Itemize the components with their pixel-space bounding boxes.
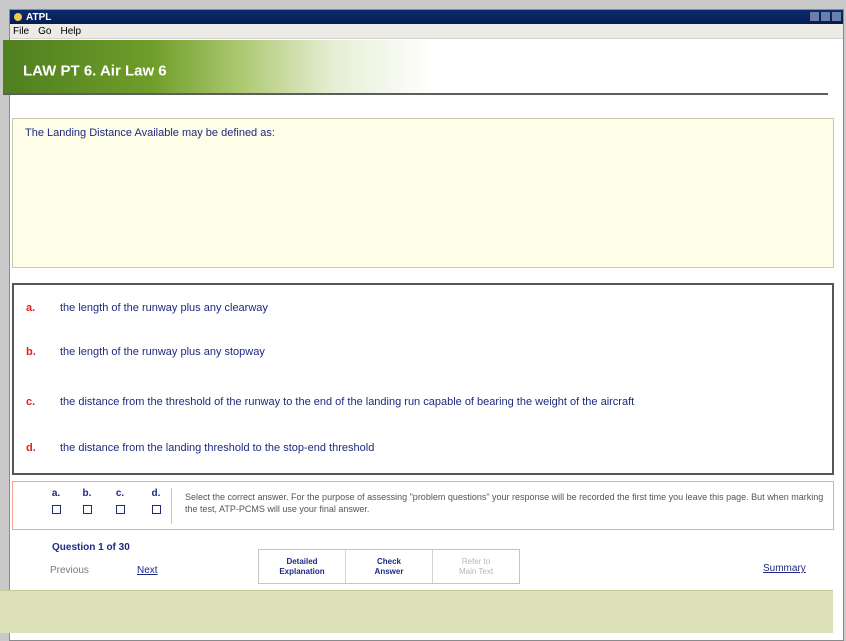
maximize-icon[interactable] [821, 12, 830, 21]
select-checkbox-a[interactable] [51, 505, 61, 514]
answer-text: the length of the runway plus any stopwa… [60, 346, 265, 358]
select-checkbox-c[interactable] [115, 505, 125, 514]
answers-panel: a. the length of the runway plus any cle… [12, 283, 834, 475]
detailed-explanation-button[interactable]: Detailed Explanation [259, 550, 346, 583]
menu-go[interactable]: Go [38, 26, 51, 37]
question-text: The Landing Distance Available may be de… [25, 127, 275, 139]
minimize-icon[interactable] [810, 12, 819, 21]
select-label: b. [82, 488, 92, 499]
app-icon [14, 13, 22, 21]
select-label: d. [151, 488, 161, 499]
answer-text: the distance from the landing threshold … [60, 442, 375, 454]
answer-option-b[interactable]: b. the length of the runway plus any sto… [26, 346, 265, 358]
button-label-line1: Check [376, 556, 401, 566]
window-title: ATPL [26, 11, 52, 23]
answer-option-d[interactable]: d. the distance from the landing thresho… [26, 442, 374, 454]
button-label-line2: Main Text [458, 566, 494, 576]
answer-letter: d. [26, 442, 36, 454]
next-link[interactable]: Next [137, 565, 158, 576]
section-title: LAW PT 6. Air Law 6 [23, 62, 167, 80]
answer-letter: a. [26, 302, 36, 314]
button-label-line2: Explanation [279, 566, 325, 576]
answer-option-a[interactable]: a. the length of the runway plus any cle… [26, 302, 268, 314]
refer-to-main-text-button: Refer to Main Text [433, 550, 519, 583]
select-label: a. [51, 488, 61, 499]
question-panel: The Landing Distance Available may be de… [12, 118, 834, 268]
answer-letter: b. [26, 346, 36, 358]
footer-bar [0, 590, 833, 633]
select-checkbox-d[interactable] [151, 505, 161, 514]
button-label-line1: Refer to [461, 556, 491, 566]
select-label: c. [115, 488, 125, 499]
divider [171, 488, 172, 524]
select-option-c[interactable]: c. [113, 488, 127, 514]
answer-option-c[interactable]: c. the distance from the threshold of th… [26, 396, 634, 408]
section-banner: LAW PT 6. Air Law 6 [3, 40, 828, 95]
menu-file[interactable]: File [13, 26, 29, 37]
answer-selection-panel: a. b. c. d. Select the correct answer. F… [12, 481, 834, 530]
answer-letter: c. [26, 396, 36, 408]
button-label-line1: Detailed [286, 556, 318, 566]
window-controls[interactable] [810, 12, 841, 21]
button-label-line2: Answer [374, 566, 404, 576]
close-icon[interactable] [832, 12, 841, 21]
menu-help[interactable]: Help [60, 26, 81, 37]
summary-link[interactable]: Summary [763, 563, 806, 574]
select-option-b[interactable]: b. [80, 488, 94, 514]
menu-bar: File Go Help [10, 24, 843, 39]
previous-link: Previous [50, 565, 89, 576]
check-answer-button[interactable]: Check Answer [346, 550, 433, 583]
answer-text: the length of the runway plus any clearw… [60, 302, 268, 314]
title-bar: ATPL [10, 10, 843, 24]
answer-text: the distance from the threshold of the r… [60, 396, 635, 408]
select-checkbox-b[interactable] [82, 505, 92, 514]
question-counter: Question 1 of 30 [52, 542, 130, 553]
instructions-text: Select the correct answer. For the purpo… [185, 492, 824, 514]
action-button-group: Detailed Explanation Check Answer Refer to… [258, 549, 520, 584]
select-option-a[interactable]: a. [49, 488, 63, 514]
select-option-d[interactable]: d. [149, 488, 163, 514]
